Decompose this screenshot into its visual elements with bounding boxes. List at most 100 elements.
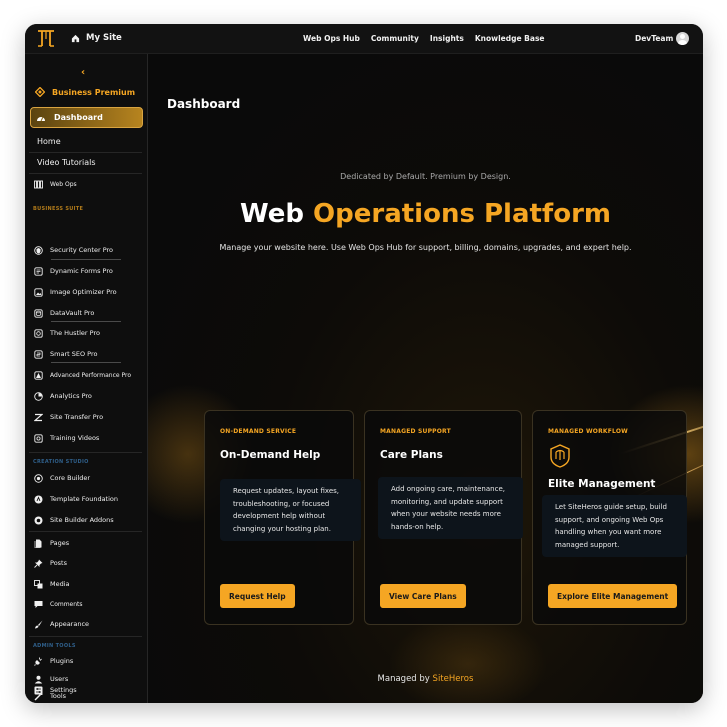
- main-content: Dashboard Dedicated by Default. Premium …: [148, 54, 703, 703]
- sidebar-item-label: Core Builder: [50, 474, 91, 482]
- managed-by-footer: Managed by SiteHeros: [148, 674, 703, 684]
- video-icon: [34, 433, 43, 443]
- sidebar-item-label: Security Center Pro: [50, 246, 114, 254]
- sidebar-item-core-builder[interactable]: Core Builder: [34, 471, 144, 485]
- sidebar-item-the-hustler-pro[interactable]: The Hustler Pro: [34, 326, 144, 340]
- sidebar-item-label: Settings: [50, 686, 77, 694]
- sidebar-item-posts[interactable]: Posts: [34, 556, 144, 570]
- paintbrush-icon: [34, 620, 43, 629]
- nav-community[interactable]: Community: [371, 34, 419, 43]
- divider: [29, 452, 142, 453]
- sidebar-item-label: Training Videos: [50, 434, 100, 442]
- sidebar-item-security-center-pro[interactable]: Security Center Pro: [34, 243, 144, 257]
- hero-heading: Web Operations Platform: [148, 199, 703, 229]
- sidebar-item-label: Plugins: [50, 657, 74, 665]
- sidebar-item-label: Site Builder Addons: [50, 516, 114, 524]
- sidebar-item-plugins[interactable]: Plugins: [34, 654, 144, 668]
- sidebar-item-appearance[interactable]: Appearance: [34, 617, 144, 631]
- user-avatar-icon[interactable]: [676, 32, 689, 45]
- sidebar-item-site-builder-addons[interactable]: Site Builder Addons: [34, 513, 144, 527]
- section-admin-tools: ADMIN TOOLS: [33, 643, 76, 649]
- request-help-button[interactable]: Request Help: [220, 584, 295, 608]
- sidebar-item-label: Dashboard: [54, 113, 103, 122]
- transfer-icon: [34, 413, 43, 422]
- top-nav: Web Ops Hub Community Insights Knowledge…: [303, 34, 545, 43]
- sidebar-item-label: Advanced Performance Pro: [50, 371, 131, 379]
- hero-heading-accent: Operations Platform: [313, 199, 612, 229]
- dashboard-gauge-icon: [37, 116, 45, 122]
- sidebar-item-settings[interactable]: Settings: [34, 683, 144, 697]
- card-care-plans: MANAGED SUPPORT Care Plans Add ongoing c…: [364, 410, 523, 625]
- sidebar-item-label: Smart SEO Pro: [50, 350, 98, 358]
- elite-badge-icon: [550, 444, 570, 468]
- addons-icon: [34, 516, 43, 525]
- sidebar-item-pages[interactable]: Pages: [34, 536, 144, 550]
- card-title: On-Demand Help: [220, 449, 321, 461]
- sidebar-sub-video-tutorials[interactable]: Video Tutorials: [37, 158, 96, 167]
- divider: [51, 259, 121, 260]
- sidebar-item-label: Pages: [50, 539, 70, 547]
- media-icon: [34, 579, 43, 589]
- divider: [51, 362, 121, 363]
- divider: [29, 173, 142, 174]
- sidebar-item-smart-seo-pro[interactable]: Smart SEO Pro: [34, 347, 144, 361]
- view-care-plans-button[interactable]: View Care Plans: [380, 584, 466, 608]
- nav-insights[interactable]: Insights: [430, 34, 464, 43]
- pillar-logo-icon[interactable]: [36, 29, 56, 48]
- nav-knowledge-base[interactable]: Knowledge Base: [475, 34, 545, 43]
- sidebar-item-label: Analytics Pro: [50, 392, 92, 400]
- sidebar-item-label: The Hustler Pro: [50, 329, 100, 337]
- card-eyebrow: ON-DEMAND SERVICE: [220, 428, 297, 435]
- sidebar: ‹ Business Premium Dashboard Home Video …: [25, 54, 148, 703]
- home-icon: [71, 34, 80, 42]
- sidebar-item-label: Posts: [50, 559, 67, 567]
- page-title: Dashboard: [167, 97, 241, 111]
- sidebar-item-advanced-performance-pro[interactable]: Advanced Performance Pro: [34, 368, 144, 382]
- hero-heading-white: Web: [239, 199, 314, 229]
- user-name[interactable]: DevTeam: [635, 34, 673, 43]
- sidebar-item-comments[interactable]: Comments: [34, 597, 144, 611]
- plug-icon: [34, 657, 43, 666]
- nav-web-ops-hub[interactable]: Web Ops Hub: [303, 34, 360, 43]
- card-description: Let SiteHeros guide setup, build support…: [542, 495, 687, 557]
- hero-subtitle: Manage your website here. Use Web Ops Hu…: [219, 243, 632, 252]
- sidebar-item-media[interactable]: Media: [34, 577, 144, 591]
- my-site-link[interactable]: My Site: [71, 33, 122, 43]
- pushpin-icon: [34, 559, 43, 568]
- card-description: Request updates, layout fixes, troublesh…: [220, 479, 361, 541]
- sidebar-item-label: Template Foundation: [50, 495, 119, 503]
- sidebar-item-template-foundation[interactable]: Template Foundation: [34, 492, 144, 506]
- divider: [29, 636, 142, 637]
- sidebar-item-dashboard[interactable]: Dashboard: [30, 107, 143, 128]
- collapse-sidebar-button[interactable]: ‹: [81, 67, 85, 78]
- decorative-glow: [388, 614, 548, 703]
- sidebar-item-label: Site Transfer Pro: [50, 413, 104, 421]
- form-icon: [34, 266, 43, 276]
- siteheros-link[interactable]: SiteHeros: [433, 674, 474, 684]
- pages-icon: [34, 539, 43, 548]
- sidebar-item-training-videos[interactable]: Training Videos: [34, 431, 144, 445]
- sidebar-item-label: DataVault Pro: [50, 309, 95, 317]
- sidebar-sub-home[interactable]: Home: [37, 137, 61, 146]
- sidebar-item-site-transfer-pro[interactable]: Site Transfer Pro: [34, 410, 144, 424]
- card-elite-management: MANAGED WORKFLOW Elite Management Let Si…: [532, 410, 687, 625]
- settings-sliders-icon: [34, 686, 43, 695]
- card-eyebrow: MANAGED SUPPORT: [380, 428, 451, 435]
- explore-elite-management-button[interactable]: Explore Elite Management: [548, 584, 678, 608]
- brand-label: Business Premium: [52, 87, 136, 97]
- shield-icon: [34, 245, 43, 255]
- sidebar-item-image-optimizer-pro[interactable]: Image Optimizer Pro: [34, 285, 144, 299]
- divider: [29, 531, 142, 532]
- sidebar-item-web-ops[interactable]: Web Ops: [34, 177, 144, 191]
- managed-by-prefix: Managed by: [377, 674, 433, 684]
- sidebar-item-dynamic-forms-pro[interactable]: Dynamic Forms Pro: [34, 264, 144, 278]
- sidebar-item-label: Comments: [50, 600, 83, 608]
- sidebar-item-analytics-pro[interactable]: Analytics Pro: [34, 389, 144, 403]
- database-icon: [34, 308, 43, 318]
- image-icon: [34, 287, 43, 297]
- brand-business-premium[interactable]: Business Premium: [35, 87, 135, 97]
- grid-bars-icon: [34, 180, 43, 189]
- card-eyebrow: MANAGED WORKFLOW: [548, 428, 628, 435]
- divider: [51, 321, 121, 322]
- sidebar-item-datavault-pro[interactable]: DataVault Pro: [34, 306, 144, 320]
